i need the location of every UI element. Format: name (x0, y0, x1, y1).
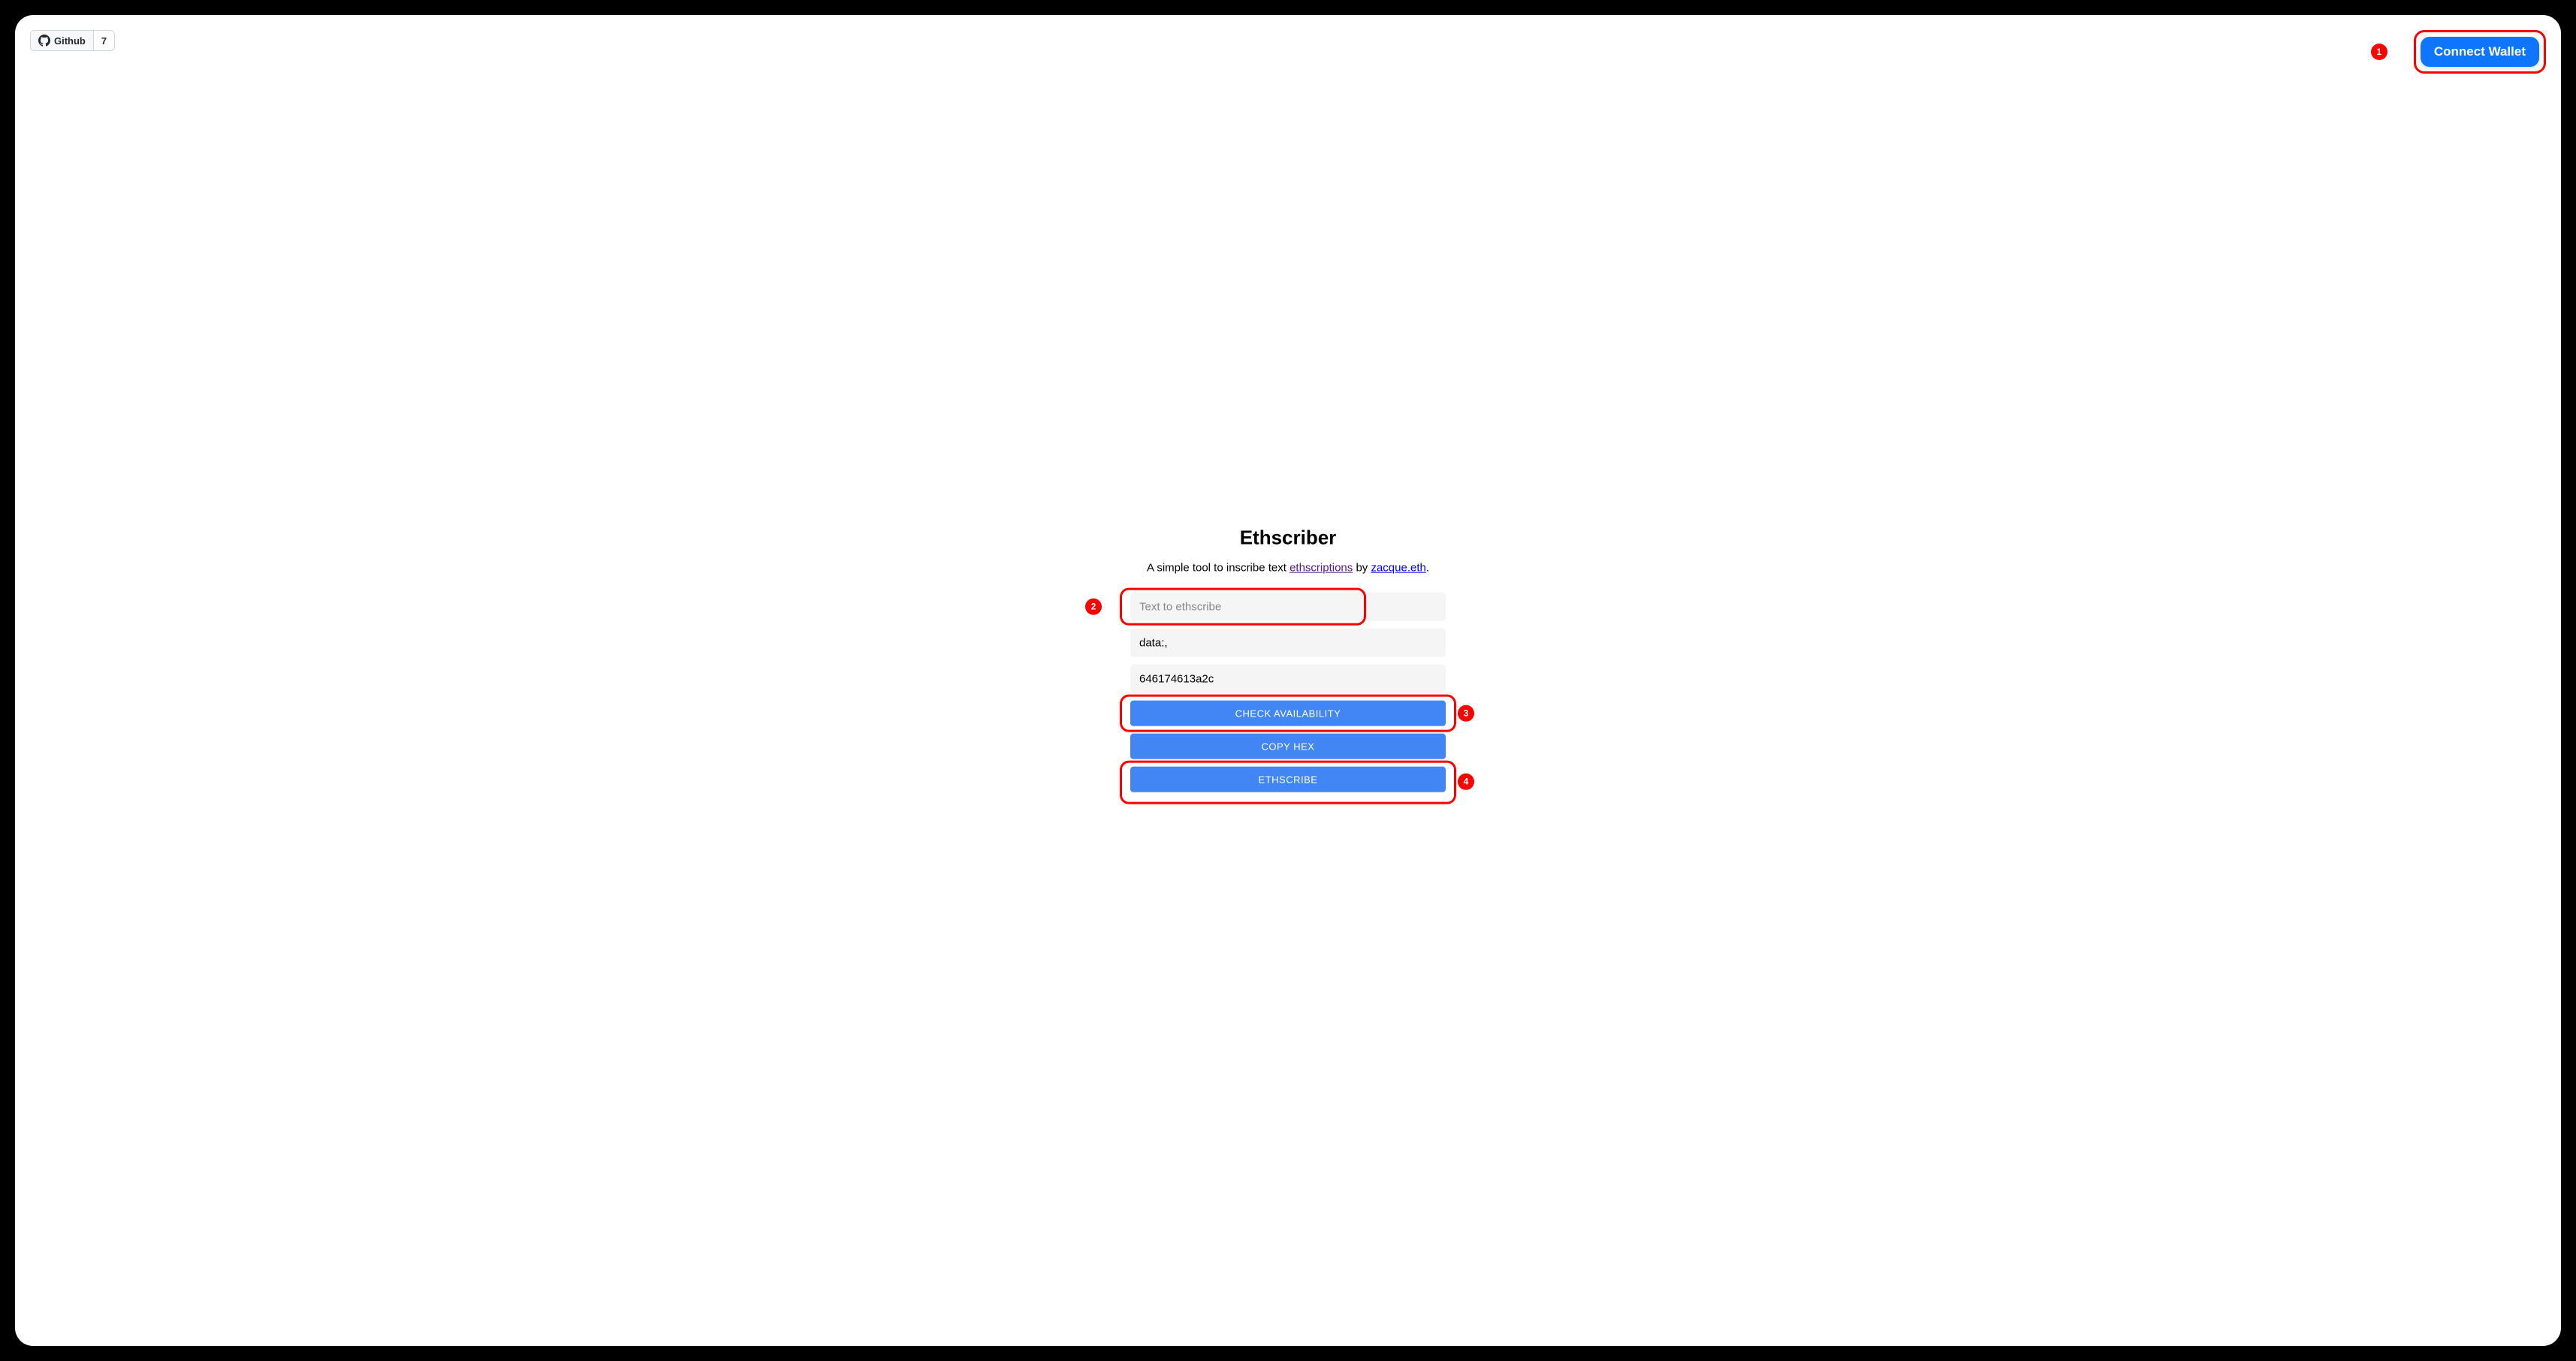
data-prefix-value: data:, (1139, 636, 1168, 649)
connect-wallet-button[interactable]: Connect Wallet (2421, 37, 2539, 67)
main-content: Ethscriber A simple tool to inscribe tex… (1130, 527, 1446, 792)
text-input[interactable] (1130, 593, 1446, 621)
github-badge-left: Github (31, 31, 94, 50)
app-window: Github 7 Connect Wallet 1 Ethscriber A s… (15, 15, 2561, 1346)
subtitle-by: by (1353, 562, 1371, 575)
page-title: Ethscriber (1130, 527, 1446, 550)
github-badge[interactable]: Github 7 (30, 30, 115, 51)
header-bar: Github 7 Connect Wallet 1 (30, 30, 2546, 74)
data-prefix-display: data:, (1130, 629, 1446, 657)
annotation-marker-4: 4 (1458, 774, 1474, 790)
author-link[interactable]: zacque.eth (1371, 562, 1425, 575)
ethscribe-button[interactable]: ETHSCRIBE (1130, 767, 1446, 792)
text-input-wrap: 2 (1130, 593, 1446, 621)
github-label: Github (54, 35, 86, 47)
copy-hex-button[interactable]: COPY HEX (1130, 734, 1446, 759)
annotation-marker-2: 2 (1085, 599, 1102, 615)
github-count: 7 (94, 31, 114, 50)
hex-value: 646174613a2c (1139, 672, 1214, 685)
subtitle-suffix: . (1426, 562, 1429, 575)
ethscriptions-link[interactable]: ethscriptions (1290, 562, 1353, 575)
ethscribe-button-wrap: ETHSCRIBE 4 (1130, 767, 1446, 792)
annotation-marker-1: 1 (2371, 44, 2387, 60)
subtitle: A simple tool to inscribe text ethscript… (1130, 562, 1446, 575)
check-availability-button[interactable]: CHECK AVAILABILITY (1130, 701, 1446, 726)
annotation-marker-3: 3 (1458, 705, 1474, 722)
hex-display: 646174613a2c (1130, 665, 1446, 693)
copy-button-wrap: COPY HEX (1130, 734, 1446, 759)
connect-wallet-highlight: Connect Wallet 1 (2414, 30, 2546, 74)
github-icon (38, 35, 50, 47)
check-button-wrap: CHECK AVAILABILITY 3 (1130, 701, 1446, 726)
form-stack: 2 data:, 646174613a2c CHECK AVAILABILITY… (1130, 593, 1446, 792)
subtitle-prefix: A simple tool to inscribe text (1147, 562, 1290, 575)
